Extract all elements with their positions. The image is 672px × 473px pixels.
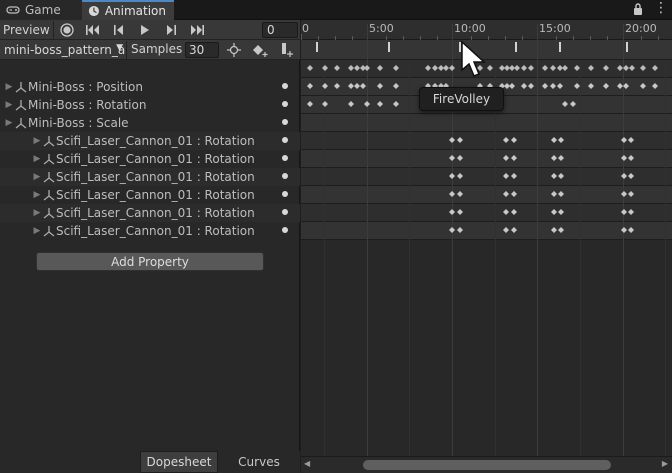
crosshair-key-icon [227,43,241,57]
first-keyframe-button[interactable] [81,21,105,39]
chevron-down-icon: ▼ [116,43,123,53]
transform-icon [43,136,55,147]
record-icon [60,23,74,37]
property-row[interactable]: ▶ Scifi_Laser_Cannon_01 : Rotation [0,132,300,150]
keyframe-dot-icon[interactable] [282,155,288,161]
add-property-button[interactable]: Add Property [36,252,264,271]
scroll-left-icon[interactable]: ◀ [304,459,310,468]
transform-icon [43,172,55,183]
cannon-keyframes [449,137,634,233]
more-options-icon[interactable]: ⋮ [654,1,668,15]
scroll-right-icon[interactable]: ▶ [662,459,668,468]
step-back-icon [114,25,123,35]
event-marker-plus-icon [282,43,293,57]
clip-dropdown-label: mini-boss_pattern_a [4,43,126,57]
expand-arrow-icon[interactable]: ▶ [32,172,42,182]
expand-arrow-icon[interactable]: ▶ [4,118,14,128]
keyframe-dot-icon[interactable] [282,119,288,125]
transform-icon [43,226,55,237]
animation-clock-icon [88,5,99,17]
property-row[interactable]: ▶ Mini-Boss : Scale [0,114,300,132]
preview-button[interactable]: Preview [0,21,54,39]
transform-icon [15,82,27,93]
property-label: Mini-Boss : Scale [28,116,129,130]
view-mode-tabs: Dopesheet Curves [0,451,300,473]
expand-arrow-icon[interactable]: ▶ [32,154,42,164]
keyframe-dot-icon[interactable] [282,173,288,179]
clip-toolbar: mini-boss_pattern_a ▼ Samples 30 [0,40,300,60]
keyframe-dot-icon[interactable] [282,191,288,197]
last-keyframe-button[interactable] [185,21,209,39]
transform-icon [43,154,55,165]
window-tab-bar: Game Animation ⋮ [0,0,672,20]
property-row[interactable]: ▶ Mini-Boss : Position [0,78,300,96]
expand-arrow-icon[interactable]: ▶ [4,82,14,92]
event-tooltip: FireVolley [419,87,504,111]
property-label: Scifi_Laser_Cannon_01 : Rotation [56,206,255,220]
property-label: Mini-Boss : Position [28,80,144,94]
play-button[interactable] [133,21,157,39]
play-icon [141,25,149,35]
keyframe-dot-icon[interactable] [282,227,288,233]
expand-arrow-icon[interactable]: ▶ [32,136,42,146]
expand-arrow-icon[interactable]: ▶ [32,190,42,200]
scrollbar-thumb[interactable] [363,460,611,470]
tab-curves[interactable]: Curves [220,451,298,473]
property-label: Scifi_Laser_Cannon_01 : Rotation [56,134,255,148]
add-event-button[interactable] [275,41,297,59]
tab-game-label: Game [25,3,61,17]
next-keyframe-button[interactable] [159,21,183,39]
horizontal-scrollbar[interactable]: ◀ ▶ [301,456,672,473]
mouse-cursor-icon [461,40,486,77]
transform-icon [43,190,55,201]
keyframe-dot-icon[interactable] [282,209,288,215]
add-keyframe-diamond-button[interactable] [249,41,271,59]
keyframe-dot-icon[interactable] [282,137,288,143]
keyframe-dot-icon[interactable] [282,101,288,107]
property-label: Scifi_Laser_Cannon_01 : Rotation [56,170,255,184]
record-button[interactable] [55,21,79,39]
add-keyframe-button[interactable] [223,41,245,59]
property-row[interactable]: ▶ Mini-Boss : Rotation [0,96,300,114]
property-label: Mini-Boss : Rotation [28,98,147,112]
playback-toolbar: Preview 0 [0,20,300,40]
property-label: Scifi_Laser_Cannon_01 : Rotation [56,152,255,166]
property-row[interactable]: ▶ Scifi_Laser_Cannon_01 : Rotation [0,150,300,168]
tab-animation[interactable]: Animation [82,0,174,20]
step-forward-icon [167,25,176,35]
clip-dropdown[interactable]: mini-boss_pattern_a ▼ [0,41,127,59]
lock-icon[interactable] [632,2,644,16]
keyframe-dot-icon[interactable] [282,83,288,89]
frame-field[interactable]: 0 [262,22,298,38]
skip-to-end-icon [191,25,204,35]
gamepad-icon [6,6,20,14]
expand-arrow-icon[interactable]: ▶ [32,208,42,218]
expand-arrow-icon[interactable]: ▶ [32,226,42,236]
property-row[interactable]: ▶ Scifi_Laser_Cannon_01 : Rotation [0,204,300,222]
property-label: Scifi_Laser_Cannon_01 : Rotation [56,188,255,202]
transform-icon [43,208,55,219]
transform-icon [15,100,27,111]
tab-dopesheet[interactable]: Dopesheet [140,451,218,473]
property-row[interactable]: ▶ Scifi_Laser_Cannon_01 : Rotation [0,168,300,186]
expand-arrow-icon[interactable]: ▶ [4,100,14,110]
keyframe-plus-icon [253,45,268,57]
tab-animation-label: Animation [104,4,166,18]
property-row[interactable]: ▶ Scifi_Laser_Cannon_01 : Rotation [0,222,300,240]
samples-label: Samples [131,42,183,56]
samples-field[interactable]: 30 [185,42,219,58]
previous-keyframe-button[interactable] [107,21,131,39]
animation-hierarchy-pane: Preview 0 mini-boss_pattern_a ▼ Samples … [0,20,300,473]
property-row[interactable]: ▶ Scifi_Laser_Cannon_01 : Rotation [0,186,300,204]
transform-icon [15,118,27,129]
property-label: Scifi_Laser_Cannon_01 : Rotation [56,224,255,238]
skip-to-start-icon [86,25,99,35]
tab-game[interactable]: Game [0,0,82,20]
